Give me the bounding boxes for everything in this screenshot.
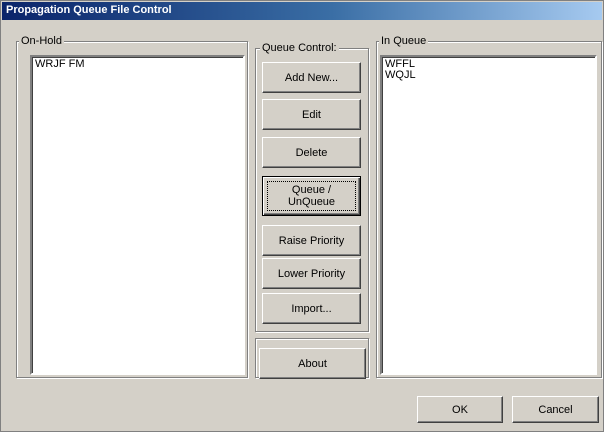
on-hold-list[interactable]: WRJF FM [30,55,245,375]
queue-control-label: Queue Control: [260,42,339,54]
queue-unqueue-button[interactable]: Queue / UnQueue [262,176,361,216]
about-button[interactable]: About [259,348,366,379]
propagation-queue-dialog: Propagation Queue File Control On-Hold W… [0,0,604,432]
in-queue-list[interactable]: WFFL WQJL [380,55,597,375]
import-button[interactable]: Import... [262,293,361,324]
delete-button[interactable]: Delete [262,137,361,168]
list-item[interactable]: WRJF FM [35,59,240,70]
edit-button[interactable]: Edit [262,99,361,130]
list-item[interactable]: WQJL [385,70,592,81]
on-hold-label: On-Hold [19,35,64,47]
in-queue-label: In Queue [379,35,429,47]
raise-priority-button[interactable]: Raise Priority [262,225,361,256]
ok-button[interactable]: OK [417,396,503,423]
add-new-button[interactable]: Add New... [262,62,361,93]
cancel-button[interactable]: Cancel [512,396,599,423]
list-item[interactable]: WFFL [385,59,592,70]
lower-priority-button[interactable]: Lower Priority [262,258,361,289]
window-title: Propagation Queue File Control [6,4,172,16]
title-bar[interactable]: Propagation Queue File Control [2,2,602,20]
